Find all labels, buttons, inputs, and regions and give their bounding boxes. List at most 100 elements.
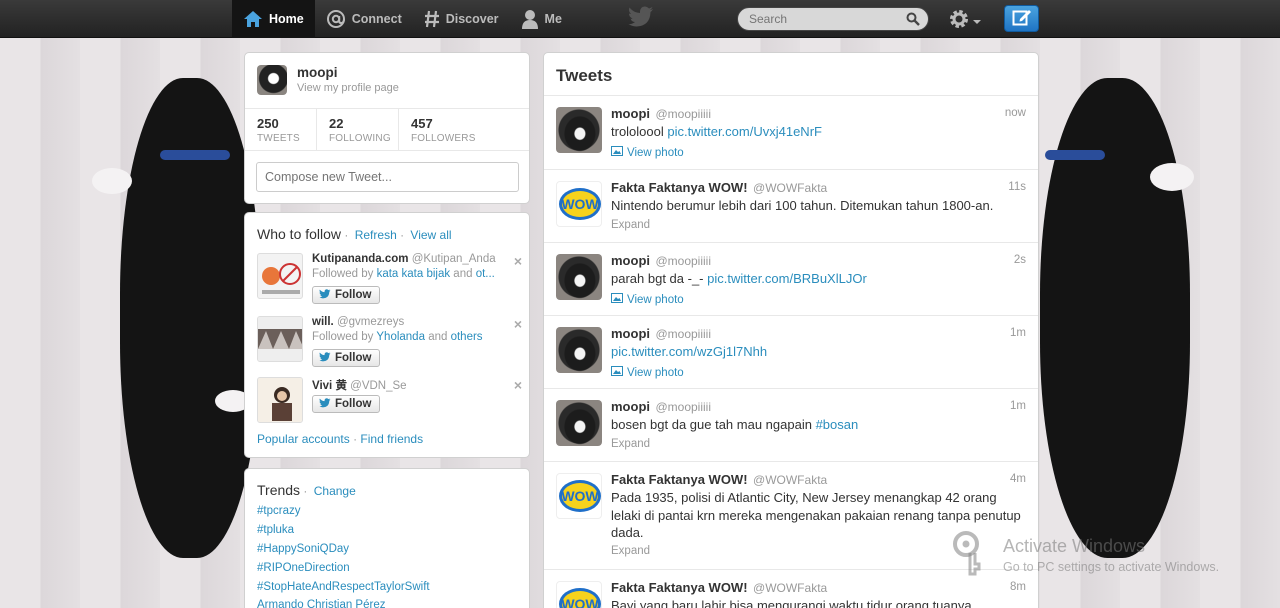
tweet-author[interactable]: Fakta Faktanya WOW! @WOWFakta [611,472,827,487]
nav-discover-label: Discover [445,12,499,26]
tweet-author[interactable]: moopi @moopiiiii [611,106,711,121]
tweet-link[interactable]: pic.twitter.com/Uvxj41eNrF [667,124,822,139]
tweet-timestamp[interactable]: 11s [1008,181,1026,193]
compose-tweet-input[interactable] [256,162,519,192]
suggestion-name[interactable]: will. @gvmezreys [312,316,404,328]
view-photo-link[interactable]: View photo [611,146,684,159]
twitter-bird-icon[interactable] [628,6,654,31]
follow-button[interactable]: Follow [312,395,381,413]
dismiss-icon[interactable]: × [514,316,522,332]
avatar[interactable] [556,254,602,300]
svg-text:WOW: WOW [561,196,599,212]
tweet-link[interactable]: pic.twitter.com/BRBuXlLJOr [707,271,867,286]
tweet-timestamp[interactable]: 1m [1010,327,1026,339]
search-icon[interactable] [906,12,920,29]
tweet-author[interactable]: Fakta Faktanya WOW! @WOWFakta [611,180,827,195]
view-photo-link[interactable]: View photo [611,293,684,306]
hash-icon [424,10,440,28]
followed-by-link[interactable]: Yholanda [376,331,425,343]
nav-home[interactable]: Home [232,0,315,38]
who-to-follow-header: Who to follow · Refresh · View all [257,226,452,242]
avatar[interactable] [556,327,602,373]
profile-name[interactable]: moopi [297,65,338,80]
stat-number: 250 [257,116,279,131]
trend-item[interactable]: #tpluka [257,524,294,536]
trend-item[interactable]: Armando Christian Pérez [257,599,385,608]
suggestion-name[interactable]: Kutipananda.com @Kutipan_Anda [312,253,496,265]
tweet-timestamp[interactable]: 4m [1010,473,1026,485]
stat-following[interactable]: 22 FOLLOWING [317,109,399,150]
avatar[interactable] [257,253,303,299]
avatar[interactable] [257,377,303,423]
stat-label: FOLLOWING [329,133,391,144]
view-photo-link[interactable]: View photo [611,366,684,379]
stat-tweets[interactable]: 250 TWEETS [245,109,317,150]
tweet[interactable]: moopi @moopiiiii 2s parah bgt da -_- pic… [544,242,1038,315]
tweet-timestamp[interactable]: 2s [1014,254,1026,266]
expand-link[interactable]: Expand [611,545,650,557]
trend-item[interactable]: #RIPOneDirection [257,562,350,574]
tweet-link[interactable]: pic.twitter.com/wzGj1l7Nhh [611,344,767,359]
view-photo-label: View photo [627,366,684,379]
who-to-follow-module: Who to follow · Refresh · View all Kutip… [244,212,530,458]
follow-button[interactable]: Follow [312,349,381,367]
display-name: moopi [611,253,650,268]
dismiss-icon[interactable]: × [514,253,522,269]
profile-page-link[interactable]: View my profile page [297,82,399,94]
tweet-author[interactable]: Fakta Faktanya WOW! @WOWFakta [611,580,827,595]
tweet-author[interactable]: moopi @moopiiiii [611,326,711,341]
top-bar: Home Connect Discover Me [0,0,1280,38]
avatar[interactable]: WOW [556,473,602,519]
followed-by-others[interactable]: others [451,331,483,343]
followed-by-link[interactable]: kata kata bijak [377,268,451,280]
nav-connect-label: Connect [351,12,402,26]
global-nav: Home Connect Discover Me [232,0,573,38]
trend-item[interactable]: #HappySoniQDay [257,543,349,555]
avatar[interactable] [257,316,303,362]
tweet[interactable]: moopi @moopiiiii 1m pic.twitter.com/wzGj… [544,315,1038,388]
avatar[interactable] [257,65,287,95]
popular-accounts-link[interactable]: Popular accounts [257,432,350,446]
expand-link[interactable]: Expand [611,438,650,450]
tweet-text: trololoool pic.twitter.com/Uvxj41eNrF [611,123,1021,141]
tweet-timestamp[interactable]: 8m [1010,581,1026,593]
suggestion-name[interactable]: Vivi 黄 @VDN_Se [312,377,407,393]
display-name: moopi [611,399,650,414]
avatar[interactable]: WOW [556,581,602,608]
follow-button[interactable]: Follow [312,286,381,304]
tweet[interactable]: moopi @moopiiiii 1m bosen bgt da gue tah… [544,388,1038,461]
view-all-link[interactable]: View all [410,228,451,242]
tweet-author[interactable]: moopi @moopiiiii [611,399,711,414]
find-friends-link[interactable]: Find friends [360,432,423,446]
nav-discover[interactable]: Discover [413,0,510,38]
avatar[interactable] [556,107,602,153]
hashtag-link[interactable]: #bosan [816,417,859,432]
followed-by-others[interactable]: ot... [476,268,495,280]
new-tweet-button[interactable] [1004,5,1039,32]
nav-me[interactable]: Me [510,0,573,38]
tweet-text: pic.twitter.com/wzGj1l7Nhh [611,343,1021,361]
tweet-timestamp[interactable]: now [1005,107,1026,119]
tweet-author[interactable]: moopi @moopiiiii [611,253,711,268]
trend-item[interactable]: #StopHateAndRespectTaylorSwift [257,581,430,593]
screen-name: @VDN_Se [350,380,407,392]
tweet[interactable]: WOW Fakta Faktanya WOW! @WOWFakta 11s Ni… [544,169,1038,242]
change-trends-link[interactable]: Change [314,484,356,498]
refresh-link[interactable]: Refresh [355,228,397,242]
settings-menu[interactable] [948,8,981,33]
screen-name: @moopiiiii [655,327,712,341]
view-photo-label: View photo [627,146,684,159]
tweet-timestamp[interactable]: 1m [1010,400,1026,412]
tweet[interactable]: moopi @moopiiiii now trololoool pic.twit… [544,95,1038,169]
follow-label: Follow [335,289,372,301]
screen-name: @moopiiiii [655,254,712,268]
avatar[interactable]: WOW [556,181,602,227]
trend-item[interactable]: #tpcrazy [257,505,300,517]
nav-connect[interactable]: Connect [315,0,413,38]
search-input[interactable] [738,8,898,30]
avatar[interactable] [556,400,602,446]
tweet-text: bosen bgt da gue tah mau ngapain #bosan [611,416,1021,434]
dismiss-icon[interactable]: × [514,377,522,393]
expand-link[interactable]: Expand [611,219,650,231]
stat-followers[interactable]: 457 FOLLOWERS [399,109,519,150]
